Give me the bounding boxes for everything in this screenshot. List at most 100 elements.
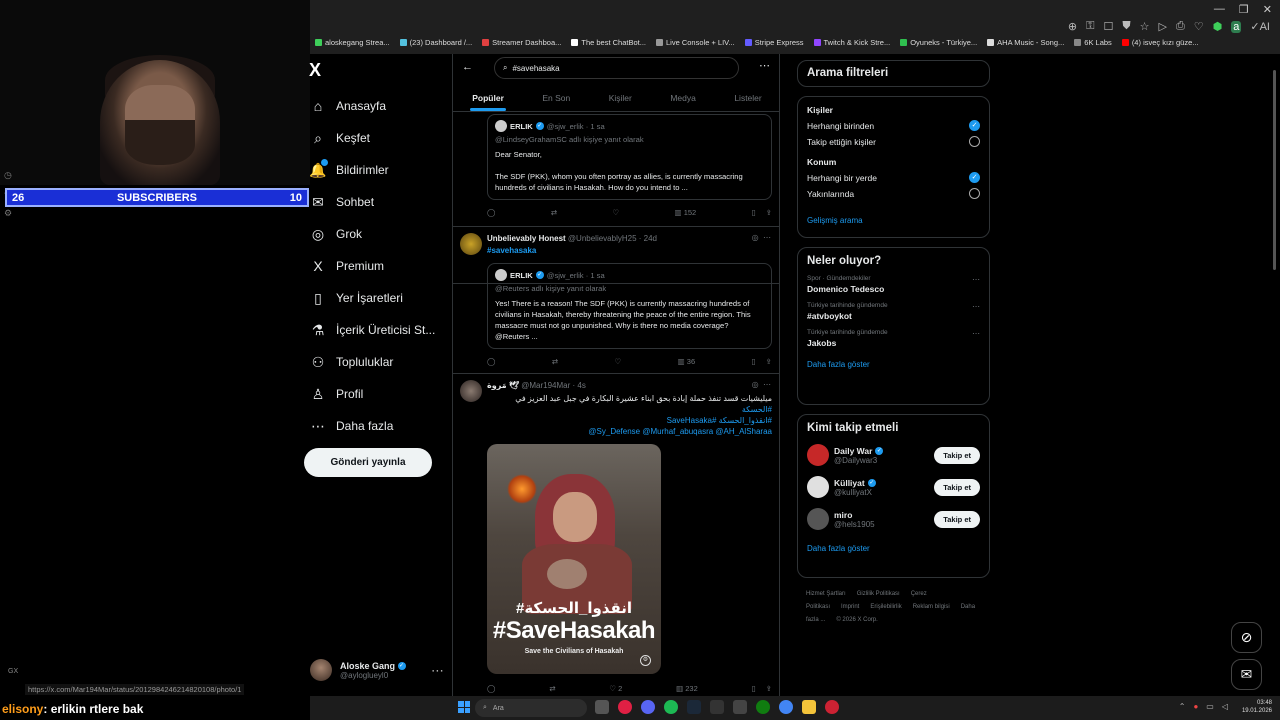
- grok-fab[interactable]: ⊘: [1231, 622, 1262, 653]
- minimize-icon[interactable]: —: [1214, 3, 1225, 16]
- radio-icon[interactable]: [969, 188, 980, 199]
- radio-icon[interactable]: [969, 136, 980, 147]
- tweet-hashtag[interactable]: #الحسكة: [487, 404, 772, 415]
- shield-icon[interactable]: ⛊: [1122, 20, 1130, 33]
- mic-icon[interactable]: ●: [1193, 702, 1198, 711]
- footer-link[interactable]: Gizlilik Politikası: [857, 591, 900, 597]
- nav-item-keşfet[interactable]: ⌕ Keşfet: [308, 122, 448, 154]
- tweet[interactable]: Unbelievably Honest @UnbelievablyH25 · 2…: [453, 226, 779, 374]
- xbox-icon[interactable]: [756, 700, 770, 714]
- more-icon[interactable]: ⋯: [431, 663, 444, 679]
- filter-option[interactable]: Takip ettiğin kişiler: [807, 136, 980, 147]
- show-more-trends-link[interactable]: Daha fazla göster: [807, 360, 980, 369]
- more-icon[interactable]: ⋯: [763, 233, 771, 242]
- history-icon[interactable]: ◷: [4, 170, 12, 181]
- more-icon[interactable]: ⋯: [763, 380, 771, 389]
- more-icon[interactable]: ⋯: [972, 275, 980, 284]
- bookmark-item[interactable]: 6K Labs: [1074, 38, 1112, 47]
- views-count[interactable]: ▥ 232: [676, 684, 698, 693]
- windows-start-icon[interactable]: [458, 701, 470, 713]
- show-more-follow-link[interactable]: Daha fazla göster: [807, 544, 980, 553]
- follow-button[interactable]: Takip et: [934, 510, 980, 528]
- bookmark-item[interactable]: (23) Dashboard /...: [399, 38, 472, 47]
- retweet-icon[interactable]: ⇄: [552, 357, 558, 366]
- search-input[interactable]: ⌕ #savehasaka: [494, 57, 739, 79]
- tab-en-son[interactable]: En Son: [540, 87, 572, 109]
- discord-icon[interactable]: [641, 700, 655, 714]
- bookmark-item[interactable]: Streamer Dashboa...: [482, 38, 561, 47]
- scrollbar[interactable]: [1273, 70, 1276, 270]
- account-switcher[interactable]: Aloske Gang ✓ @ayloglueyl0 ⋯: [310, 659, 444, 681]
- post-button[interactable]: Gönderi yayınla: [304, 448, 432, 477]
- trend-item[interactable]: Türkiye tarihinde gündemde Jakobs ⋯: [807, 329, 980, 348]
- zoom-icon[interactable]: ⊕: [1068, 20, 1077, 33]
- more-icon[interactable]: ⋯: [972, 302, 980, 311]
- tweet-hashtag[interactable]: #savehasaka: [487, 246, 536, 255]
- share-icon[interactable]: ⇪: [766, 357, 772, 366]
- heart-icon[interactable]: ♡: [1194, 20, 1204, 33]
- spotify-icon[interactable]: [664, 700, 678, 714]
- opera-gx-icon[interactable]: [618, 700, 632, 714]
- share-icon[interactable]: ⇪: [766, 684, 772, 693]
- more-icon[interactable]: ⋯: [972, 329, 980, 338]
- advanced-search-link[interactable]: Gelişmiş arama: [807, 216, 980, 225]
- grok-icon[interactable]: ◎: [752, 380, 759, 389]
- alt-icon[interactable]: ⚙: [640, 655, 651, 666]
- back-arrow-icon[interactable]: ←: [462, 61, 473, 73]
- nav-item-bildirimler[interactable]: 🔔 Bildirimler: [308, 154, 448, 186]
- bookmark-item[interactable]: The best ChatBot...: [571, 38, 646, 47]
- chevron-up-icon[interactable]: ⌃: [1179, 702, 1186, 711]
- tweet[interactable]: مَروة 🕊 @Mar194Mar · 4s ◎ ⋯ ميليشيات قسد…: [453, 374, 779, 720]
- quoted-tweet[interactable]: ERLIK ✓ @sjw_erlik · 1 sa @LindseyGraham…: [487, 114, 772, 200]
- key-icon[interactable]: ⚿: [1086, 20, 1094, 33]
- tab-popüler[interactable]: Popüler: [470, 87, 506, 111]
- radio-checked-icon[interactable]: ✓: [969, 120, 980, 131]
- filter-option[interactable]: Herhangi bir yerde ✓: [807, 172, 980, 183]
- steam-icon[interactable]: [687, 700, 701, 714]
- bookmark-icon[interactable]: ▯: [752, 208, 756, 217]
- tweet-image[interactable]: #انقذوا_الحسكة #SaveHasakah Save the Civ…: [487, 444, 661, 674]
- volume-icon[interactable]: ◁: [1222, 702, 1228, 711]
- app-icon[interactable]: [825, 700, 839, 714]
- share-icon[interactable]: ⇪: [766, 208, 772, 217]
- radio-checked-icon[interactable]: ✓: [969, 172, 980, 183]
- close-icon[interactable]: ✕: [1263, 3, 1272, 16]
- reply-icon[interactable]: ◯: [487, 357, 495, 366]
- filter-option[interactable]: Yakınlarında: [807, 188, 980, 199]
- bookmark-item[interactable]: aloskegang Strea...: [315, 38, 390, 47]
- app-icon[interactable]: [733, 700, 747, 714]
- like-icon[interactable]: ♡: [614, 357, 621, 366]
- reply-icon[interactable]: ◯: [487, 684, 495, 693]
- bookmark-item[interactable]: Live Console + LIV...: [656, 38, 735, 47]
- network-icon[interactable]: ▭: [1206, 702, 1214, 711]
- views-count[interactable]: ▥ 36: [678, 357, 696, 366]
- messages-fab[interactable]: ✉: [1231, 659, 1262, 690]
- reply-icon[interactable]: ◯: [487, 208, 495, 217]
- nav-item-yer-i-şaretleri[interactable]: ▯ Yer İşaretleri: [308, 282, 448, 314]
- bookmark-icon[interactable]: ▯: [752, 357, 756, 366]
- like-count[interactable]: ♡ 2: [609, 684, 622, 693]
- play-icon[interactable]: ▷: [1158, 20, 1166, 33]
- maximize-icon[interactable]: ❐: [1239, 3, 1249, 16]
- nav-item-profil[interactable]: ♙ Profil: [308, 378, 448, 410]
- bookmark-item[interactable]: (4) isveç kızı güze...: [1121, 38, 1199, 47]
- footer-link[interactable]: Erişilebilirlik: [870, 604, 901, 610]
- tab-medya[interactable]: Medya: [668, 87, 698, 109]
- nav-item-anasayfa[interactable]: ⌂ Anasayfa: [308, 90, 448, 122]
- quoted-tweet[interactable]: ERLIK ✓ @sjw_erlik · 1 sa @Reuters adlı …: [487, 263, 772, 349]
- follow-suggestion[interactable]: Külliyat ✓ @kulliyatX Takip et: [807, 476, 980, 498]
- trend-item[interactable]: Türkiye tarihinde gündemde #atvboykot ⋯: [807, 302, 980, 321]
- tab-kişiler[interactable]: Kişiler: [607, 87, 634, 109]
- file-explorer-icon[interactable]: [802, 700, 816, 714]
- taskbar-search[interactable]: ⌕ Ara: [475, 699, 587, 717]
- nav-item-daha-fazla[interactable]: ⋯ Daha fazla: [308, 410, 448, 442]
- retweet-icon[interactable]: ⇄: [549, 684, 555, 693]
- taskbar-clock[interactable]: 03:48 19.01.2026: [1242, 699, 1272, 715]
- filter-option[interactable]: Herhangi birinden ✓: [807, 120, 980, 131]
- chrome-icon[interactable]: [779, 700, 793, 714]
- grok-icon[interactable]: ◎: [752, 233, 759, 242]
- x-logo[interactable]: X: [309, 60, 321, 81]
- bookmark-item[interactable]: Stripe Express: [744, 38, 804, 47]
- tab-listeler[interactable]: Listeler: [732, 87, 763, 109]
- bookmark-icon[interactable]: ▯: [752, 684, 756, 693]
